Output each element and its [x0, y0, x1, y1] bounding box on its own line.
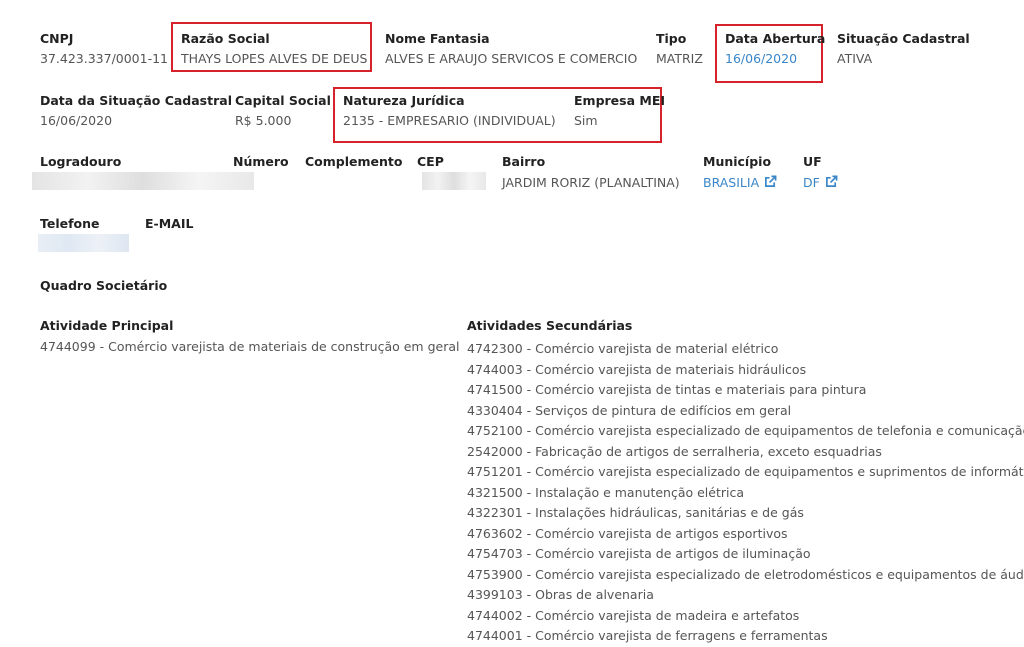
quadro-societario-heading: Quadro Societário [40, 278, 168, 293]
municipio-link[interactable]: BRASILIA [703, 175, 777, 190]
list-item: 4741500 - Comércio varejista de tintas e… [467, 382, 867, 397]
list-item: 4322301 - Instalações hidráulicas, sanit… [467, 505, 804, 520]
list-item: 4751201 - Comércio varejista especializa… [467, 464, 1024, 479]
logradouro-redacted [32, 172, 254, 190]
capital-social-value: R$ 5.000 [235, 113, 292, 128]
external-link-icon[interactable] [825, 175, 838, 188]
razao-social-label: Razão Social [181, 31, 270, 46]
telefone-label: Telefone [40, 216, 100, 231]
external-link-icon[interactable] [764, 175, 777, 188]
numero-label: Número [233, 154, 289, 169]
data-abertura-link[interactable]: 16/06/2020 [725, 51, 797, 66]
bairro-value: JARDIM RORIZ (PLANALTINA) [502, 175, 680, 190]
list-item: 4321500 - Instalação e manutenção elétri… [467, 484, 745, 500]
atividade-principal-label: Atividade Principal [40, 318, 174, 333]
situacao-cadastral-label: Situação Cadastral [837, 31, 970, 46]
list-item: 4753900 - Comércio varejista especializa… [467, 566, 1024, 582]
list-item: 4763602 - Comércio varejista de artigos … [467, 525, 788, 541]
list-item: 4742300 - Comércio varejista de material… [467, 341, 779, 356]
data-situacao-label: Data da Situação Cadastral [40, 93, 232, 108]
cep-redacted [422, 172, 486, 190]
empresa-mei-value: Sim [574, 113, 598, 128]
nome-fantasia-label: Nome Fantasia [385, 31, 490, 46]
data-abertura-label: Data Abertura [725, 31, 826, 46]
cnpj-label: CNPJ [40, 31, 74, 46]
list-item: 4744001 - Comércio varejista de ferragen… [467, 628, 828, 643]
complemento-label: Complemento [305, 154, 403, 169]
municipio-label: Município [703, 154, 772, 169]
situacao-cadastral-value: ATIVA [837, 51, 873, 66]
list-item: 2542000 - Fabricação de artigos de serra… [467, 443, 882, 459]
atividades-secundarias-list: 4742300 - Comércio varejista de material… [467, 339, 1024, 647]
tipo-label: Tipo [656, 31, 687, 46]
list-item: 4754703 - Comércio varejista de artigos … [467, 546, 811, 561]
empresa-mei-label: Empresa MEI [574, 93, 666, 108]
uf-label: UF [803, 154, 822, 169]
nome-fantasia-value: ALVES E ARAUJO SERVICOS E COMERCIO [385, 51, 638, 66]
list-item: 4744002 - Comércio varejista de madeira … [467, 607, 800, 623]
municipio-value[interactable]: BRASILIA [703, 175, 759, 190]
cep-label: CEP [417, 154, 444, 169]
tipo-value: MATRIZ [656, 51, 703, 66]
razao-social-value: THAYS LOPES ALVES DE DEUS [181, 51, 368, 66]
bairro-label: Bairro [502, 154, 546, 169]
cnpj-value: 37.423.337/0001-11 [40, 51, 169, 66]
list-item: 4744003 - Comércio varejista de materiai… [467, 361, 807, 377]
uf-link[interactable]: DF [803, 175, 838, 190]
data-situacao-value: 16/06/2020 [40, 113, 113, 128]
uf-value[interactable]: DF [803, 175, 820, 190]
natureza-juridica-label: Natureza Jurídica [343, 93, 465, 108]
telefone-redacted [38, 234, 129, 252]
atividades-secundarias-label: Atividades Secundárias [467, 318, 633, 333]
atividade-principal-value: 4744099 - Comércio varejista de materiai… [40, 339, 460, 354]
logradouro-label: Logradouro [40, 154, 122, 169]
email-label: E-MAIL [145, 216, 194, 231]
capital-social-label: Capital Social [235, 93, 331, 108]
list-item: 4330404 - Serviços de pintura de edifíci… [467, 402, 792, 418]
list-item: 4752100 - Comércio varejista especializa… [467, 423, 1024, 438]
list-item: 4399103 - Obras de alvenaria [467, 587, 654, 602]
natureza-juridica-value: 2135 - EMPRESARIO (INDIVIDUAL) [343, 113, 556, 128]
